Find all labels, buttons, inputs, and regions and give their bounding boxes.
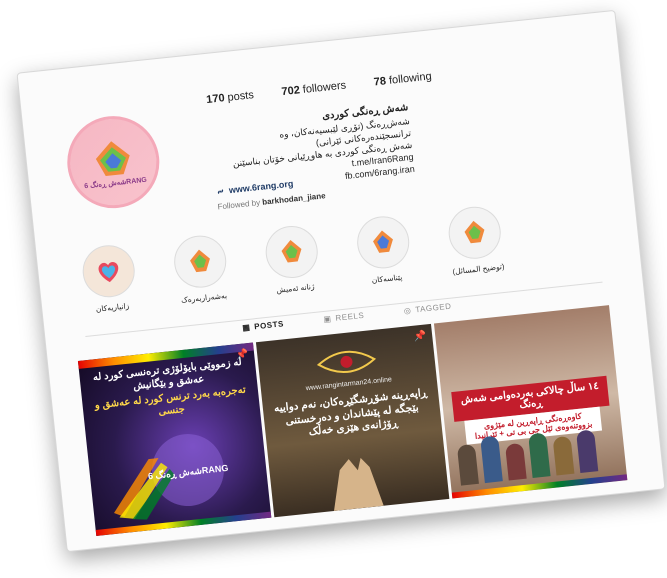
post-thumbnail[interactable]: 📌 www.rangintarman24.online ڕاپەڕینە شۆڕ… (255, 323, 450, 518)
profile-avatar[interactable]: شەش ڕەنگ 6RANG (62, 111, 164, 213)
face-silhouette-icon: شەش ڕەنگ 6RANG (114, 434, 229, 520)
followers-stat[interactable]: 702 followers (281, 79, 347, 98)
tab-posts[interactable]: ▦ POSTS (238, 319, 284, 333)
post-thumbnail[interactable]: 📌 لە زمووێی بایۆلۆژی ترەنسی کورد لە عەشق… (77, 342, 272, 536)
highlight-label: ژنانە ئەمیش (276, 281, 315, 295)
highlight-label: پێناسەکان (371, 272, 403, 285)
person-silhouette (505, 442, 527, 481)
instagram-profile-screenshot: شەش ڕەنگ 6RANG 170 posts 702 followers 78 f… (16, 9, 666, 553)
6rang-logo-icon (281, 240, 302, 263)
profile-stats: 170 posts 702 followers 78 following (206, 70, 432, 106)
6rang-logo-icon (190, 249, 210, 273)
person-silhouette (575, 429, 599, 474)
post-thumbnail[interactable]: ١٤ ساڵ چالاکی بەردەوامی شەش ڕەنگ کاوەڕەن… (433, 305, 628, 499)
eye-logo-icon (316, 350, 377, 374)
highlight-cover (263, 223, 321, 281)
highlight-4[interactable]: بەشەراربەرەک (168, 233, 235, 306)
highlight-3[interactable]: ژنانە ئەمیش (259, 223, 326, 296)
following-stat[interactable]: 78 following (373, 70, 432, 88)
highlight-label: زانیاریەکان (95, 301, 130, 314)
profile-bio: شەش ڕەنگی کوردی شەش‌ڕەنگ (تۆڕی لێبسیەنەک… (209, 101, 416, 196)
highlight-label: (توضیح المسائل) (452, 261, 505, 277)
reels-icon: ▣ (323, 314, 333, 325)
highlight-cover (80, 242, 138, 300)
highlight-label: بەشەراربەرەک (180, 291, 228, 305)
highlight-cover (354, 213, 412, 271)
6rang-logo-icon (464, 220, 485, 244)
raised-hands-icon (334, 457, 384, 511)
6rang-logo-icon: شەش ڕەنگ 6RANG (84, 141, 148, 191)
tab-tagged[interactable]: ◎ TAGGED (403, 302, 451, 316)
pin-icon: 📌 (413, 330, 427, 343)
highlight-2[interactable]: پێناسەکان (351, 213, 418, 286)
avatar-logo-text: شەش ڕەنگ 6RANG (84, 175, 148, 191)
6rang-logo-icon (373, 230, 393, 253)
person-silhouette (552, 435, 575, 476)
highlight-5[interactable]: زانیاریەکان (76, 242, 143, 315)
highlight-1[interactable]: (توضیح المسائل) (442, 204, 509, 277)
rainbow-heart-icon (98, 261, 119, 283)
link-icon (217, 188, 224, 194)
person-silhouette (528, 432, 551, 479)
tab-reels[interactable]: ▣ REELS (323, 311, 365, 324)
person-silhouette (480, 435, 503, 484)
grid-icon: ▦ (241, 322, 251, 333)
person-silhouette (456, 443, 479, 486)
post-headline: ڕاپەڕینە شۆڕشگێڕەکان، نەم دواییە بێجگە ل… (273, 386, 428, 439)
highlight-cover (171, 233, 229, 291)
posts-stat: 170 posts (205, 89, 255, 107)
tag-icon: ◎ (403, 305, 412, 316)
highlight-cover (446, 204, 504, 262)
